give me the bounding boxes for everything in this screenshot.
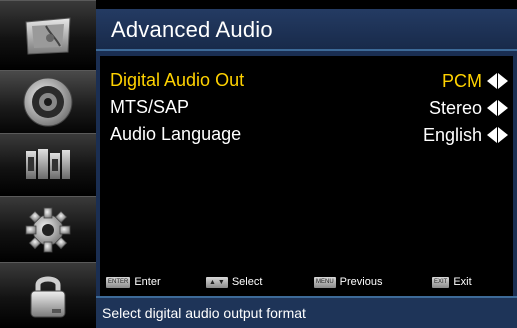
hint-previous: MENU Previous [314,276,382,288]
channel-icon [20,145,76,185]
audio-speaker-icon [20,74,76,130]
sidebar-item-channel[interactable] [0,133,96,196]
title-bar: Advanced Audio [96,9,517,51]
page-title: Advanced Audio [111,17,273,42]
setup-gear-icon [22,204,74,256]
category-sidebar [0,0,96,328]
tv-osd-menu: Advanced Audio Digital Audio Out PCM MTS… [0,0,517,328]
hint-exit: EXIT Exit [432,276,472,288]
menu-item-label: Audio Language [110,124,242,144]
menu-item-value: Stereo [428,97,482,118]
menu-item-value: English [422,124,482,145]
hint-label: Previous [339,276,383,288]
menu-body: Digital Audio Out PCM MTS/SAP Stereo Aud… [100,56,513,296]
hint-enter: ENTER Enter [106,276,161,288]
left-right-arrows-icon[interactable] [487,73,508,89]
hint-label: Enter [134,276,161,288]
status-bar: Select digital audio output format [96,296,517,328]
sidebar-item-picture[interactable] [0,0,96,70]
status-text: Select digital audio output format [102,305,306,321]
menu-item-label: Digital Audio Out [110,70,245,90]
enter-key-icon: ENTER [106,276,131,288]
menu-item-value-control[interactable]: Stereo [429,95,508,121]
hint-label: Exit [453,276,472,288]
arrow-right-icon[interactable] [498,100,508,116]
lock-icon [26,271,70,321]
menu-item-audio-language[interactable]: Audio Language English [110,122,508,148]
up-down-key-icon: ▲ ▼ [206,276,228,288]
arrow-left-icon[interactable] [487,100,497,116]
left-right-arrows-icon[interactable] [487,127,508,143]
arrow-right-icon[interactable] [498,127,508,143]
left-right-arrows-icon[interactable] [487,100,508,116]
menu-item-value: PCM [442,70,482,91]
menu-item-value-control[interactable]: English [423,122,508,148]
sidebar-item-lock[interactable] [0,262,96,328]
hint-select: ▲ ▼ Select [206,276,262,288]
sidebar-item-setup[interactable] [0,196,96,262]
arrow-left-icon[interactable] [487,73,497,89]
sidebar-item-audio[interactable] [0,70,96,133]
menu-item-value-control[interactable]: PCM [442,68,508,94]
exit-key-icon: EXIT [432,276,450,288]
menu-item-mts-sap[interactable]: MTS/SAP Stereo [110,95,508,121]
advanced-audio-panel: Advanced Audio Digital Audio Out PCM MTS… [96,9,517,328]
arrow-left-icon[interactable] [487,127,497,143]
picture-icon [20,14,76,58]
key-hint-bar: ENTER Enter ▲ ▼ Select MENU Previous EXI… [100,272,513,294]
hint-label: Select [231,276,263,288]
menu-item-digital-audio-out[interactable]: Digital Audio Out PCM [110,68,508,94]
menu-key-icon: MENU [314,276,336,288]
menu-item-label: MTS/SAP [110,97,190,117]
arrow-right-icon[interactable] [498,73,508,89]
